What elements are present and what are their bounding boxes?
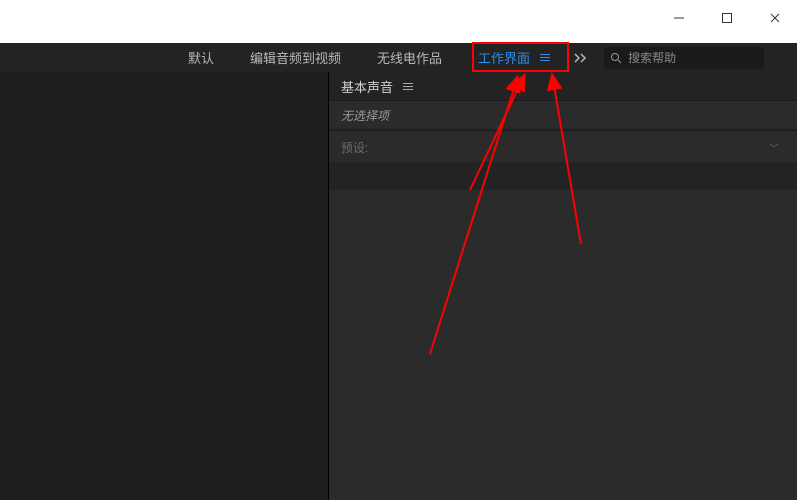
left-panel bbox=[0, 72, 329, 500]
tab-edit-audio[interactable]: 编辑音频到视频 bbox=[232, 43, 359, 72]
preset-label: 预设: bbox=[341, 139, 368, 156]
panel-title: 基本声音 bbox=[341, 77, 393, 96]
overflow-chevron-icon[interactable] bbox=[568, 43, 594, 72]
panel-menu-icon[interactable] bbox=[403, 83, 413, 90]
tab-workspace-label: 工作界面 bbox=[478, 48, 530, 67]
panel-body bbox=[329, 190, 797, 500]
preset-dropdown[interactable]: ﹀ bbox=[376, 137, 785, 157]
preset-row: 预设: ﹀ bbox=[329, 132, 797, 162]
essential-sound-panel: 基本声音 无选择项 预设: ﹀ bbox=[329, 72, 797, 500]
tab-workspace[interactable]: 工作界面 bbox=[460, 43, 568, 72]
workspace-menu-icon[interactable] bbox=[540, 54, 550, 61]
panel-header: 基本声音 bbox=[329, 72, 797, 100]
chevron-down-icon: ﹀ bbox=[769, 140, 779, 155]
tab-radio[interactable]: 无线电作品 bbox=[359, 43, 460, 72]
tab-default[interactable]: 默认 bbox=[170, 43, 232, 72]
search-input[interactable] bbox=[628, 51, 748, 65]
maximize-button[interactable] bbox=[717, 8, 737, 28]
close-button[interactable] bbox=[765, 8, 785, 28]
minimize-button[interactable] bbox=[669, 8, 689, 28]
workspace-tab-bar: 默认 编辑音频到视频 无线电作品 工作界面 bbox=[0, 43, 797, 72]
no-selection-message: 无选择项 bbox=[329, 100, 797, 130]
search-box[interactable] bbox=[604, 47, 764, 69]
search-icon bbox=[610, 52, 622, 64]
